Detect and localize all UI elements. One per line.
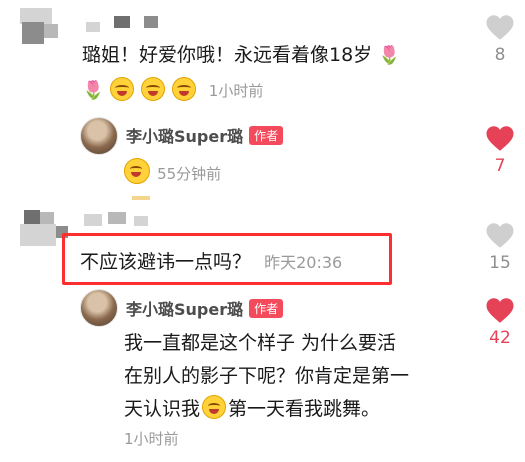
like-button[interactable]: 42: [480, 297, 520, 348]
laughing-tears-emoji-icon: [202, 395, 227, 419]
heart-outline-icon: [486, 15, 514, 40]
rose-icon: 🌷: [378, 45, 401, 66]
comment-emoji-row: 🌷 1小时前: [82, 77, 263, 101]
divider: [132, 196, 150, 200]
like-button[interactable]: 15: [480, 222, 520, 273]
like-count: 8: [494, 45, 506, 65]
grinning-emoji-icon: [140, 77, 165, 101]
author-name[interactable]: 李小璐Super璐 作者: [126, 123, 284, 147]
grinning-emoji-icon: [171, 77, 196, 101]
heart-filled-icon: [486, 298, 514, 323]
reply-time: 1小时前: [124, 430, 179, 448]
author-avatar[interactable]: [80, 289, 118, 327]
comment-time: 昨天20:36: [264, 253, 343, 272]
comment-time: 1小时前: [208, 82, 264, 100]
rose-icon: 🌷: [82, 80, 105, 101]
like-count: 7: [494, 156, 506, 176]
like-count: 42: [489, 328, 511, 348]
heart-outline-icon: [486, 223, 514, 248]
reply-content: 55分钟前: [124, 158, 221, 184]
comment-section: 璐姐！好爱你哦！永远看着像18岁 🌷 🌷 1小时前 8 李小璐Super璐 作者 …: [0, 0, 525, 462]
grinning-emoji-icon: [109, 77, 134, 101]
author-name[interactable]: 李小璐Super璐 作者: [126, 296, 284, 320]
like-button[interactable]: 7: [480, 125, 520, 176]
winking-emoji-icon: [124, 158, 150, 184]
reply-time: 55分钟前: [157, 165, 222, 183]
comment-text: 不应该避讳一点吗？ 昨天20:36: [80, 251, 343, 273]
like-button[interactable]: 8: [480, 14, 520, 65]
author-badge: 作者: [249, 299, 284, 318]
author-avatar[interactable]: [80, 117, 118, 155]
author-badge: 作者: [249, 126, 284, 145]
comment-text: 璐姐！好爱你哦！永远看着像18岁 🌷: [82, 44, 401, 66]
reply-text: 我一直都是这个样子 为什么要活 在别人的影子下呢？你肯定是第一 天认识我 第一天看…: [124, 332, 410, 420]
like-count: 15: [489, 253, 511, 273]
heart-filled-icon: [486, 126, 514, 151]
